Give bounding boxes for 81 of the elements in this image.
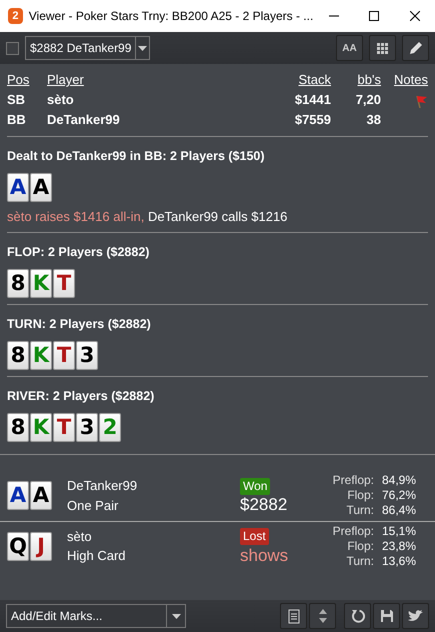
playing-card: A bbox=[7, 481, 29, 510]
table-cell-text: 38 bbox=[366, 111, 381, 129]
marks-dropdown[interactable]: Add/Edit Marks... bbox=[6, 604, 186, 628]
notepad-icon bbox=[288, 608, 300, 624]
column-header[interactable]: Notes bbox=[381, 70, 428, 90]
refresh-icon bbox=[350, 609, 364, 623]
player-name: DeTanker99 bbox=[67, 477, 138, 495]
equity-label: Turn: bbox=[345, 554, 374, 568]
street-title: FLOP: 2 Players ($2882) bbox=[7, 244, 150, 262]
equity-value: 23,8% bbox=[382, 538, 418, 554]
table-cell-text: SB bbox=[7, 91, 26, 109]
result-badge: Lost bbox=[240, 528, 269, 546]
equity-value: 15,1% bbox=[382, 524, 418, 538]
result-badge: Won bbox=[240, 478, 270, 495]
equity-label: Flop: bbox=[346, 488, 374, 503]
grid-icon bbox=[377, 42, 388, 54]
equity-value: 13,6% bbox=[382, 554, 418, 568]
pencil-icon bbox=[408, 41, 422, 55]
table-cell-text: BB bbox=[7, 111, 27, 129]
close-icon[interactable] bbox=[410, 11, 420, 21]
playing-card: 8 bbox=[7, 412, 29, 442]
refresh-button[interactable] bbox=[344, 603, 371, 629]
column-header[interactable]: Player bbox=[47, 70, 261, 90]
action-text: sèto raises $1416 all-in, bbox=[7, 208, 144, 224]
equity-label: Preflop: bbox=[332, 524, 374, 538]
equity-label: Turn: bbox=[345, 503, 374, 518]
action-text: DeTanker99 calls $1216 bbox=[148, 208, 288, 224]
playing-card: 3 bbox=[76, 412, 98, 442]
hand-rank: High Card bbox=[67, 547, 127, 565]
edit-button[interactable] bbox=[402, 35, 429, 61]
playing-card: 8 bbox=[7, 269, 29, 298]
share-button[interactable] bbox=[402, 603, 429, 629]
caret-icon bbox=[138, 46, 148, 50]
grid-button[interactable] bbox=[369, 35, 396, 61]
playing-card: J bbox=[30, 532, 52, 560]
app-logo: 2 bbox=[8, 8, 23, 24]
hand-rank: One Pair bbox=[67, 496, 120, 514]
playing-card: T bbox=[53, 412, 75, 442]
playing-card: A bbox=[30, 172, 52, 202]
table-cell-text: DeTanker99 bbox=[47, 111, 121, 129]
save-icon bbox=[380, 609, 394, 623]
street-title: Dealt to DeTanker99 in BB: 2 Players ($150) bbox=[7, 148, 266, 165]
result-amount: $2882 bbox=[240, 495, 288, 516]
hand-dropdown[interactable]: $2882 DeTanker99 bbox=[25, 36, 150, 60]
column-header[interactable]: Stack bbox=[261, 70, 331, 90]
playing-card: A bbox=[30, 481, 52, 510]
equity-value: 76,2% bbox=[382, 488, 418, 503]
table-cell-text: $7559 bbox=[294, 111, 331, 129]
equity-value: 84,9% bbox=[382, 473, 418, 488]
maximize-icon[interactable] bbox=[369, 11, 380, 21]
save-button[interactable] bbox=[373, 603, 400, 629]
playing-card: K bbox=[30, 269, 52, 298]
equity-label: Flop: bbox=[346, 538, 374, 554]
playing-card: 3 bbox=[76, 340, 98, 370]
playing-card: T bbox=[53, 340, 75, 370]
equity-label: Preflop: bbox=[332, 473, 374, 488]
bird-icon bbox=[408, 610, 423, 622]
up-down-icon bbox=[318, 609, 326, 623]
table-cell-text: sèto bbox=[47, 91, 75, 109]
playing-card: 2 bbox=[99, 412, 121, 442]
table-cell-text: 7,20 bbox=[354, 91, 381, 109]
caret-icon bbox=[172, 614, 180, 618]
player-name: sèto bbox=[67, 528, 93, 546]
font-size-button[interactable]: AA bbox=[336, 35, 363, 61]
result-amount: shows bbox=[240, 546, 290, 566]
playing-card: 8 bbox=[7, 340, 29, 370]
checkbox[interactable] bbox=[6, 42, 19, 54]
table-cell-text: $1441 bbox=[294, 91, 331, 109]
playing-card: T bbox=[53, 269, 75, 298]
playing-card: A bbox=[7, 172, 29, 202]
playing-card: K bbox=[30, 340, 52, 370]
column-header[interactable]: Pos bbox=[7, 70, 47, 90]
window-title: Viewer - Poker Stars Trny: BB200 A25 - 2 Players - ... bbox=[28, 8, 314, 25]
notes-button[interactable] bbox=[280, 603, 307, 629]
playing-card: Q bbox=[7, 532, 29, 560]
street-title: TURN: 2 Players ($2882) bbox=[7, 316, 152, 333]
spin-button[interactable] bbox=[309, 603, 336, 629]
column-header[interactable]: bb's bbox=[331, 70, 381, 90]
equity-value: 86,4% bbox=[382, 503, 418, 518]
street-title: RIVER: 2 Players ($2882) bbox=[7, 388, 156, 405]
playing-card: K bbox=[30, 412, 52, 442]
